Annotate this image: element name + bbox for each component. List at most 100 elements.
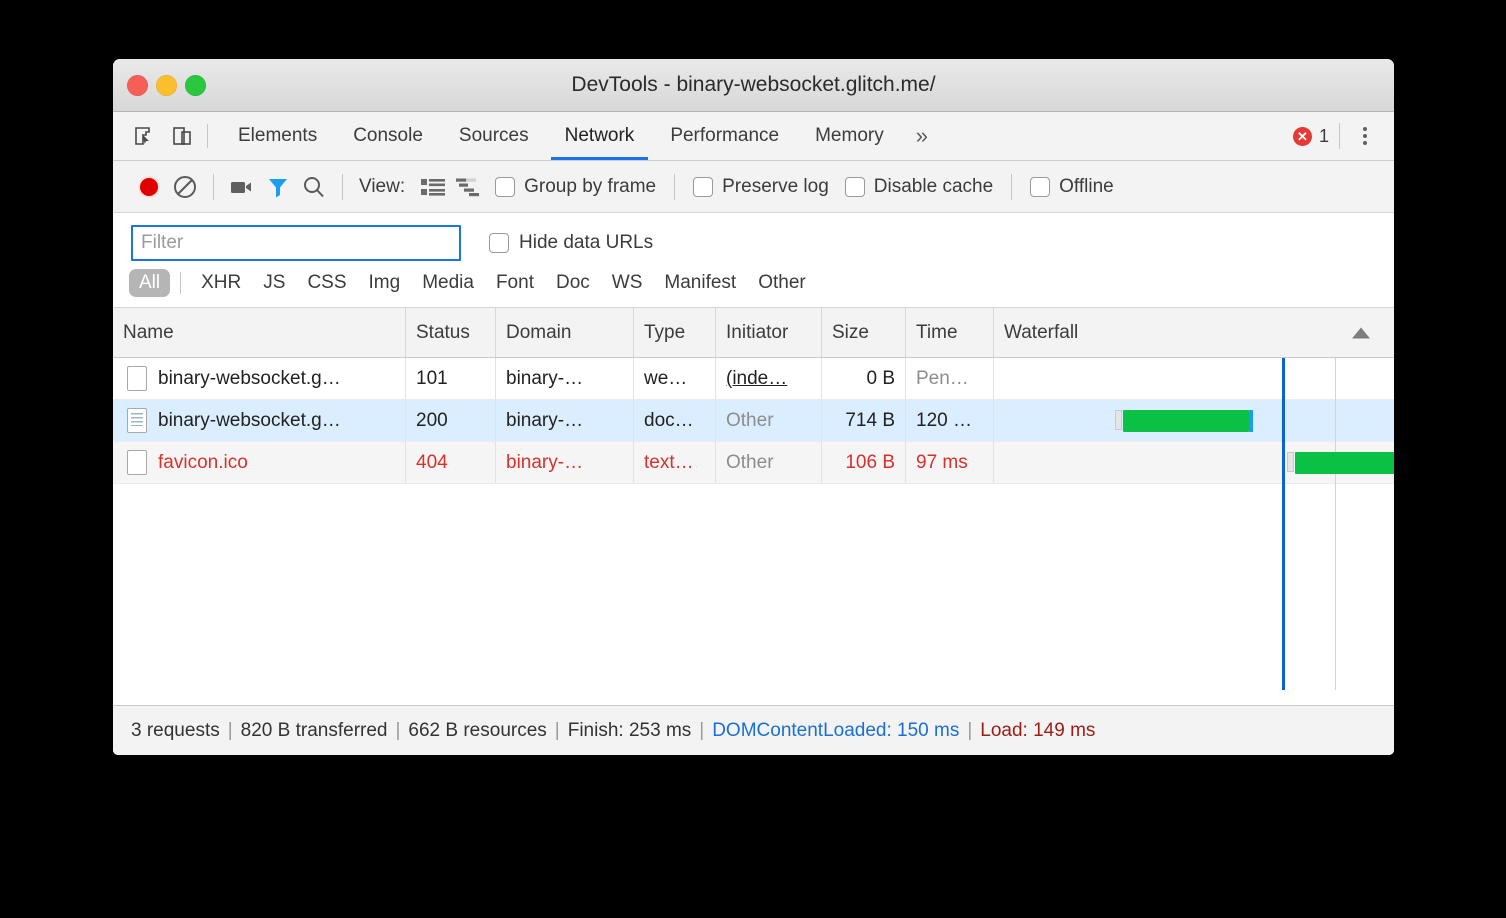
cell-type: we… [634, 358, 716, 399]
error-badge[interactable]: ✕ 1 [1293, 126, 1329, 147]
type-filter-other[interactable]: Other [748, 269, 816, 297]
tabbar-divider [207, 124, 208, 148]
more-tabs-button[interactable]: » [902, 112, 942, 160]
toolbar-divider-3 [674, 174, 675, 200]
blank-file-icon [127, 450, 147, 475]
error-count: 1 [1319, 126, 1329, 147]
cell-size: 0 B [822, 358, 906, 399]
tab-label: Performance [670, 125, 779, 147]
blank-file-icon [127, 366, 147, 391]
checkbox-box[interactable] [489, 233, 509, 253]
clear-icon[interactable] [167, 169, 203, 205]
column-header-initiator[interactable]: Initiator [716, 308, 822, 357]
window-title: DevTools - binary-websocket.glitch.me/ [113, 59, 1394, 111]
error-icon: ✕ [1293, 127, 1312, 146]
hide-data-urls-checkbox[interactable]: Hide data URLs [489, 232, 653, 254]
status-separator: | [967, 720, 972, 742]
cell-domain: binary-… [496, 400, 634, 441]
cell-name[interactable]: favicon.ico [113, 442, 406, 483]
device-toolbar-icon[interactable] [169, 123, 195, 149]
cell-size: 714 B [822, 400, 906, 441]
record-icon[interactable] [131, 169, 167, 205]
kebab-menu-icon[interactable] [1350, 125, 1380, 147]
status-separator: | [699, 720, 704, 742]
cell-size: 106 B [822, 442, 906, 483]
type-filter-divider [180, 272, 181, 294]
network-filter-bar: Hide data URLs All XHR JS CSS Img Media … [113, 213, 1394, 308]
screen: DevTools - binary-websocket.glitch.me/ [0, 0, 1506, 918]
cell-initiator[interactable]: (inde… [716, 358, 822, 399]
type-filter-js[interactable]: JS [253, 269, 295, 297]
cell-type: text… [634, 442, 716, 483]
screenshot-camera-icon[interactable] [224, 169, 260, 205]
tab-sources[interactable]: Sources [441, 112, 547, 160]
tab-memory[interactable]: Memory [797, 112, 902, 160]
cell-domain: binary-… [496, 442, 634, 483]
tab-network[interactable]: Network [547, 112, 653, 160]
status-separator: | [395, 720, 400, 742]
tabbar-right-divider [1339, 123, 1340, 149]
filter-input[interactable] [131, 225, 461, 261]
column-header-waterfall[interactable]: Waterfall [994, 308, 1394, 357]
column-header-domain[interactable]: Domain [496, 308, 634, 357]
list-view-icon[interactable] [415, 169, 451, 205]
status-separator: | [555, 720, 560, 742]
cell-name[interactable]: binary-websocket.g… [113, 400, 406, 441]
type-filter-all[interactable]: All [129, 269, 170, 297]
cell-status: 200 [406, 400, 496, 441]
checkbox-label: Hide data URLs [519, 232, 653, 254]
checkbox-label: Disable cache [874, 176, 993, 198]
disable-cache-checkbox[interactable]: Disable cache [845, 176, 993, 198]
type-filter-media[interactable]: Media [412, 269, 484, 297]
tab-label: Network [565, 125, 635, 147]
offline-checkbox[interactable]: Offline [1030, 176, 1114, 198]
checkbox-box[interactable] [693, 177, 713, 197]
tabbar-tool-icons [113, 112, 195, 160]
column-header-type[interactable]: Type [634, 308, 716, 357]
column-header-time[interactable]: Time [906, 308, 994, 357]
type-filter-manifest[interactable]: Manifest [654, 269, 746, 297]
window-titlebar: DevTools - binary-websocket.glitch.me/ [113, 59, 1394, 112]
network-toolbar: View: [113, 161, 1394, 213]
column-header-status[interactable]: Status [406, 308, 496, 357]
type-filter-img[interactable]: Img [359, 269, 411, 297]
type-filter-css[interactable]: CSS [297, 269, 356, 297]
toolbar-divider-1 [213, 174, 214, 200]
group-by-frame-checkbox[interactable]: Group by frame [495, 176, 656, 198]
toolbar-divider-4 [1011, 174, 1012, 200]
type-filter-ws[interactable]: WS [602, 269, 653, 297]
document-file-icon [127, 408, 147, 433]
tab-performance[interactable]: Performance [652, 112, 797, 160]
load-time: Load: 149 ms [980, 720, 1095, 742]
tab-elements[interactable]: Elements [220, 112, 335, 160]
request-name: binary-websocket.g… [158, 410, 341, 432]
cell-name[interactable]: binary-websocket.g… [113, 358, 406, 399]
filter-funnel-icon[interactable] [260, 169, 296, 205]
cell-time: 120 … [906, 400, 994, 441]
preserve-log-checkbox[interactable]: Preserve log [693, 176, 829, 198]
finish-time: Finish: 253 ms [568, 720, 692, 742]
table-row[interactable]: binary-websocket.g… 101 binary-… we… (in… [113, 358, 1394, 400]
type-filter-doc[interactable]: Doc [546, 269, 600, 297]
tab-label: Elements [238, 125, 317, 147]
tab-console[interactable]: Console [335, 112, 441, 160]
table-row[interactable]: binary-websocket.g… 200 binary-… doc… Ot… [113, 400, 1394, 442]
checkbox-box[interactable] [495, 177, 515, 197]
checkbox-box[interactable] [1030, 177, 1050, 197]
network-status-bar: 3 requests | 820 B transferred | 662 B r… [113, 705, 1394, 755]
column-header-size[interactable]: Size [822, 308, 906, 357]
type-filter-font[interactable]: Font [486, 269, 544, 297]
checkbox-box[interactable] [845, 177, 865, 197]
search-icon[interactable] [296, 169, 332, 205]
waterfall-view-icon[interactable] [451, 169, 487, 205]
cell-initiator: Other [716, 442, 822, 483]
type-filter-xhr[interactable]: XHR [191, 269, 251, 297]
view-label: View: [359, 176, 405, 198]
inspect-element-icon[interactable] [131, 123, 157, 149]
cell-time: Pen… [906, 358, 994, 399]
table-row[interactable]: favicon.ico 404 binary-… text… Other 106… [113, 442, 1394, 484]
network-requests-table: Name Status Domain Type Initiator Size T… [113, 308, 1394, 690]
cell-status: 101 [406, 358, 496, 399]
checkbox-label: Group by frame [524, 176, 656, 198]
column-header-name[interactable]: Name [113, 308, 406, 357]
